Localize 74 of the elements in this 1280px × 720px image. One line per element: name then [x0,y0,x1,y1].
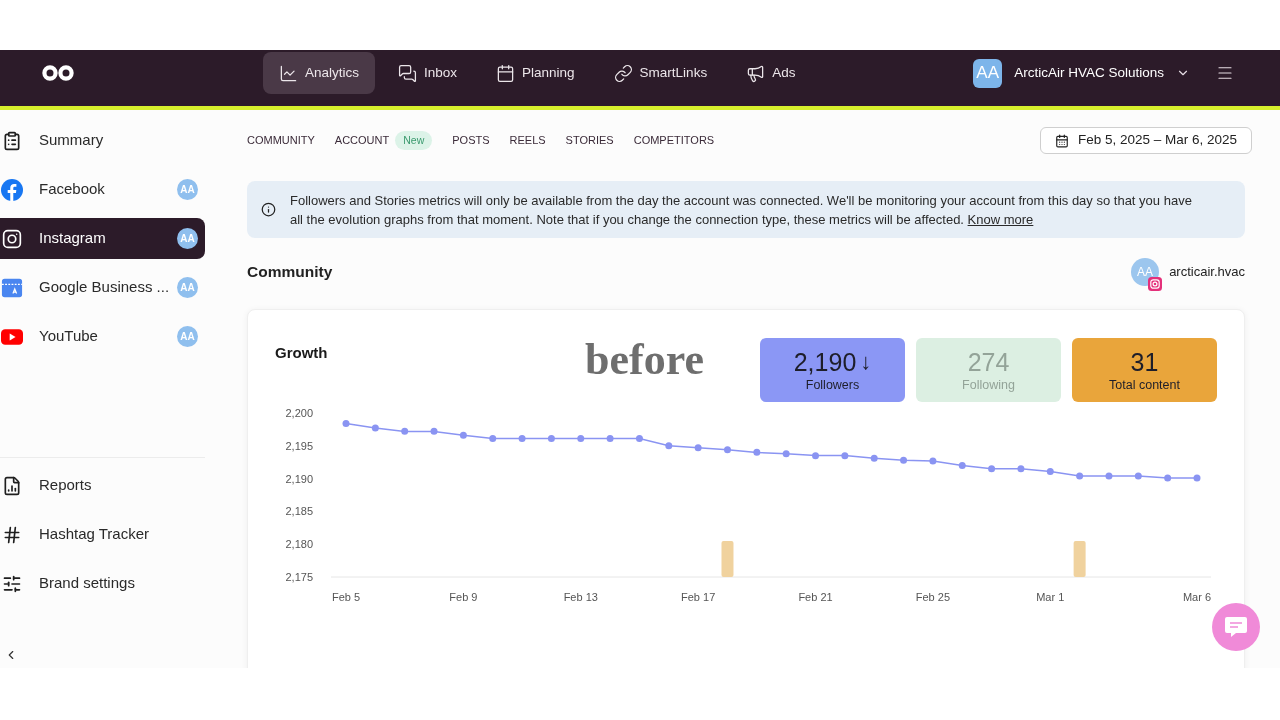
tab[interactable]: STORIES [565,132,614,149]
x-axis-label: Mar 6 [1182,591,1212,603]
sidebar-item[interactable]: Facebook AA [0,169,205,210]
x-axis-label: Feb 13 [563,591,598,603]
nav-tab[interactable]: Ads [730,52,812,94]
y-axis-label: 2,175 [285,571,313,583]
sidebar-item[interactable]: Brand settings [0,563,205,604]
tab[interactable]: POSTS [452,132,490,149]
link-icon [613,63,633,83]
line-chart-icon [279,63,298,83]
instagram-icon [2,228,22,249]
sidebar-item[interactable]: Reports [0,465,205,506]
stat-value: 274 [967,347,1010,377]
sliders-icon [2,573,22,594]
tab[interactable]: COMPETITORS [633,132,715,149]
nav-tab[interactable]: Inbox [382,52,474,94]
notice-text: Followers and Stories metrics will only be available from the day the account was connected. We'll be monitoring your account from this day so that you have all the evolution graphs from that moment. Note that if you change the connection type, these metrics will be affected. Know more [290,191,1193,229]
section-title: Community [247,262,333,283]
y-axis-label: 2,195 [285,439,313,452]
y-axis-label: 2,200 [285,407,313,419]
stat-card[interactable]: 31 Total content [1072,338,1217,402]
account-name[interactable]: ArcticAir HVAC Solutions [1014,62,1164,84]
info-icon [261,202,276,217]
annotation-text: before [585,335,704,385]
chat-icon [1224,616,1248,638]
know-more-link[interactable]: Know more [967,211,1034,227]
logo [42,65,74,81]
y-axis-label: 2,180 [285,538,313,551]
sidebar-item[interactable]: Hashtag Tracker [0,514,205,555]
nav-tab[interactable]: SmartLinks [597,52,724,94]
x-axis-label: Feb 9 [449,591,478,603]
y-axis-label: 2,185 [285,505,313,518]
nav-tab[interactable]: Planning [480,52,591,94]
sidebar-item[interactable]: YouTube AA [0,316,205,357]
chat-bubbles-icon [398,63,418,83]
megaphone-icon [746,63,766,83]
sidebar-item[interactable]: Google Business ... AA [0,267,205,308]
x-axis-label: Feb 17 [681,591,716,603]
avatar: AA [177,228,198,249]
x-axis-label: Feb 25 [915,591,950,603]
avatar: AA [1131,258,1160,286]
tab[interactable]: COMMUNITY [247,132,315,149]
x-axis-label: Mar 1 [1036,591,1065,603]
sidebar-item[interactable]: Instagram AA [0,218,205,259]
menu-icon[interactable] [1216,64,1234,82]
tab[interactable]: ACCOUNT New [334,130,433,151]
avatar: AA [177,179,198,200]
content-bar [721,541,734,577]
content-bar [1073,541,1086,577]
tab[interactable]: REELS [509,132,546,149]
sidebar-item[interactable]: Summary [0,120,205,161]
report-icon [2,475,22,496]
calendar-icon [496,63,516,83]
nav-tab[interactable]: Analytics [263,52,376,94]
hashtag-icon [2,524,22,545]
stat-value: 31 [1130,347,1159,377]
x-axis-label: Feb 5 [331,591,361,603]
avatar: AA [177,277,198,298]
trend-arrow: ↓ [860,348,872,376]
clipboard-icon [2,129,22,152]
stat-label: Total content [1109,377,1180,393]
card-title: Growth [275,343,328,363]
y-axis-label: 2,190 [285,472,313,485]
date-range-button[interactable]: Feb 5, 2025 – Mar 6, 2025 [1040,127,1252,154]
new-badge: New [395,130,433,151]
account-handle: arcticair.hvac [1169,263,1245,282]
stat-label: Followers [805,377,860,393]
x-axis-label: Feb 21 [798,591,833,603]
stat-card[interactable]: 2,190 ↓ Followers [760,338,905,402]
stat-value: 2,190 [793,347,857,377]
avatar: AA [177,326,198,347]
stat-label: Following [962,377,1015,393]
instagram-icon [1148,277,1163,291]
calendar-icon [1054,133,1069,148]
